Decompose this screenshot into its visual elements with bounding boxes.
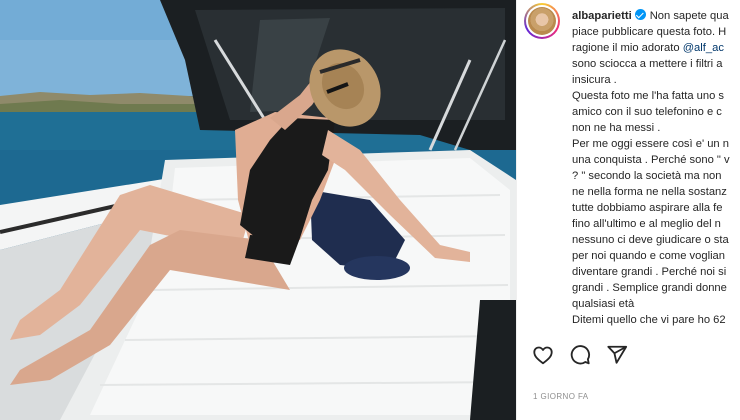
caption-line: piace pubblicare questa foto. H <box>572 26 727 38</box>
post-timestamp: 1 GIORNO FA <box>533 392 589 401</box>
mention-link[interactable]: @alf_ac <box>683 42 724 54</box>
post-actions <box>531 343 629 369</box>
caption-line: una conquista . Perché sono " v <box>572 154 730 166</box>
caption-line: ne nella forma ne nella sostanz <box>572 186 727 198</box>
caption-line: Ditemi quello che vi pare ho 62 <box>572 314 726 326</box>
caption-line: ragione il mio adorato @alf_ac <box>572 40 740 56</box>
post-photo <box>0 0 516 420</box>
verified-badge-icon <box>634 9 646 20</box>
caption-line: grandi . Semplice grandi donne <box>572 282 727 294</box>
caption-line: fino all'ultimo e al meglio del n <box>572 218 721 230</box>
avatar[interactable] <box>524 3 560 39</box>
share-button[interactable] <box>605 343 629 367</box>
like-button[interactable] <box>531 343 555 367</box>
paper-plane-icon <box>607 345 628 364</box>
caption-line: insicura . <box>572 74 617 86</box>
caption-line: ? " secondo la società ma non <box>572 170 722 182</box>
caption-line-1: albaparietti Non sapete qua <box>572 8 740 24</box>
post-sidebar: albaparietti Non sapete qua piace pubblic… <box>516 0 740 420</box>
comment-button[interactable] <box>568 343 592 367</box>
comment-bubble-icon <box>570 345 591 365</box>
caption-text: ragione il mio adorato <box>572 42 680 54</box>
caption-line: diventare grandi . Perché noi si <box>572 266 727 278</box>
caption-line: tutte dobbiamo aspirare alla fe <box>572 202 723 214</box>
caption-line: amico con il suo telefonino e c <box>572 106 722 118</box>
caption-line: per noi quando e come voglian <box>572 250 726 262</box>
caption-line: sono sciocca a mettere i filtri a <box>572 58 723 70</box>
username-link[interactable]: albaparietti <box>572 10 632 22</box>
avatar-ring <box>526 5 558 37</box>
heart-icon <box>533 346 553 365</box>
post-caption: albaparietti Non sapete qua piace pubblic… <box>572 8 740 334</box>
boat-photo-illustration <box>0 0 516 420</box>
caption-line: nessuno ci deve giudicare o sta <box>572 234 729 246</box>
caption-text: Non sapete qua <box>649 10 729 22</box>
caption-line: Per me oggi essere così e' un n <box>572 138 729 150</box>
caption-line: non ne ha messi . <box>572 122 661 134</box>
caption-line: Questa foto me l'ha fatta uno s <box>572 90 725 102</box>
caption-line: qualsiasi età <box>572 298 635 310</box>
avatar-image <box>528 7 556 35</box>
